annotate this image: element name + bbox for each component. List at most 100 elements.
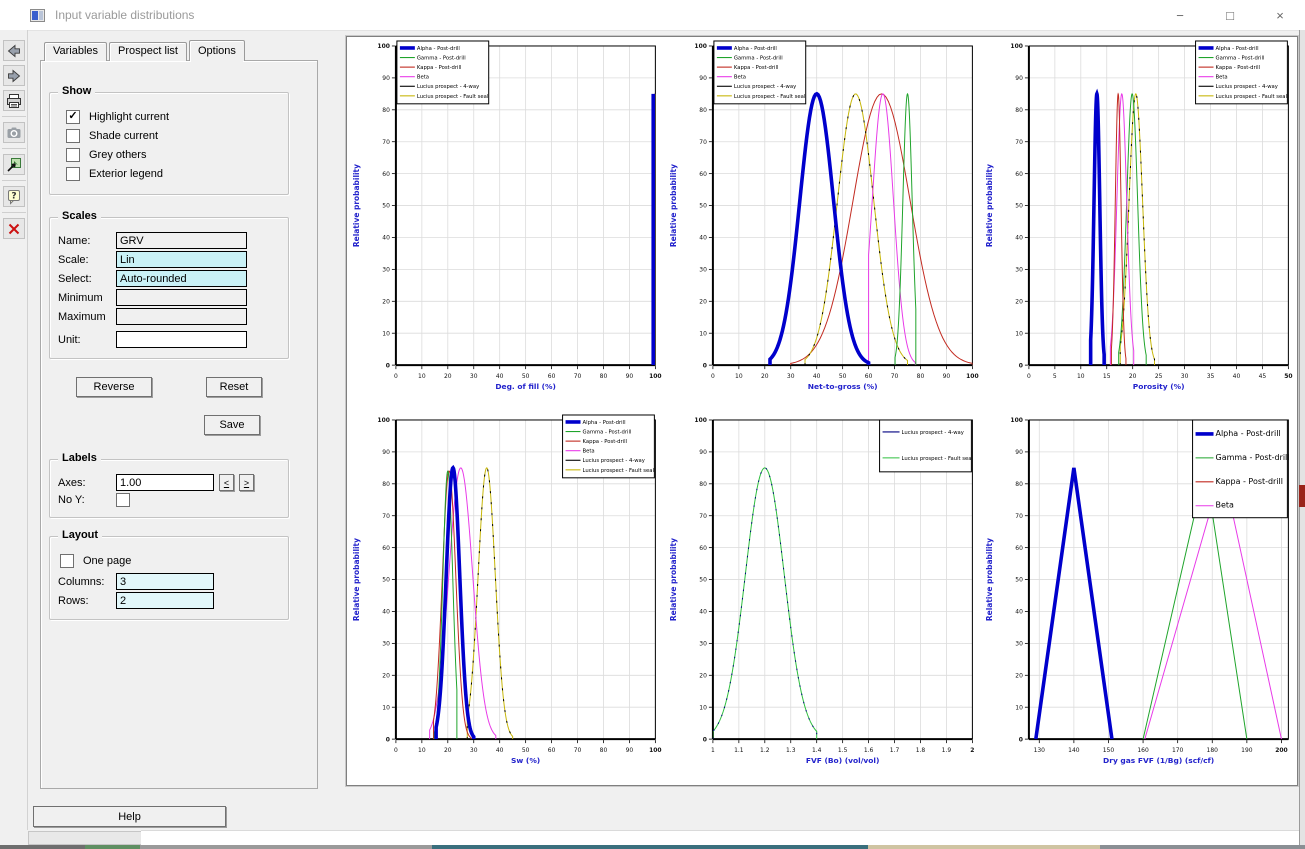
export-icon xyxy=(6,157,22,173)
svg-text:50: 50 xyxy=(522,373,530,380)
columns-row: Columns: xyxy=(58,573,280,590)
svg-text:80: 80 xyxy=(699,107,707,114)
svg-text:50: 50 xyxy=(1285,373,1293,380)
svg-text:Relative probability: Relative probability xyxy=(669,538,678,621)
help-bubble-icon: ? xyxy=(6,189,22,205)
scales-group-title: Scales xyxy=(58,210,101,222)
svg-text:Lucius prospect - Fault seal: Lucius prospect - Fault seal xyxy=(901,456,972,462)
svg-text:170: 170 xyxy=(1172,747,1184,754)
svg-text:0: 0 xyxy=(386,362,390,369)
chart-svg: 0102030405060708090100010203040506070809… xyxy=(347,37,664,411)
close-button[interactable]: × xyxy=(1255,0,1305,30)
svg-text:50: 50 xyxy=(1016,577,1024,584)
svg-text:90: 90 xyxy=(626,747,634,754)
svg-text:Gamma - Post-drill: Gamma - Post-drill xyxy=(417,56,466,62)
svg-text:180: 180 xyxy=(1207,747,1219,754)
svg-text:90: 90 xyxy=(699,449,707,456)
maximum-row: Maximum xyxy=(58,308,280,325)
chart-sw: 0102030405060708090100010203040506070809… xyxy=(347,411,664,785)
svg-text:10: 10 xyxy=(735,373,743,380)
axes-field[interactable] xyxy=(116,474,214,491)
shade-current-checkbox[interactable] xyxy=(66,129,80,143)
unit-label: Unit: xyxy=(58,334,116,346)
svg-text:40: 40 xyxy=(496,747,504,754)
svg-text:1.4: 1.4 xyxy=(812,747,822,754)
svg-text:Beta: Beta xyxy=(583,449,595,455)
status-inset xyxy=(28,831,142,845)
svg-text:100: 100 xyxy=(966,373,978,380)
svg-text:Lucius prospect - 4-way: Lucius prospect - 4-way xyxy=(734,84,796,90)
axes-decrease-button[interactable]: < xyxy=(219,474,234,491)
select-row: Select: xyxy=(58,270,280,287)
maximum-field[interactable] xyxy=(116,308,247,325)
svg-text:Relative probability: Relative probability xyxy=(352,538,361,621)
toolbar-separator xyxy=(2,212,26,213)
one-page-checkbox[interactable] xyxy=(60,554,74,568)
maximize-button[interactable]: □ xyxy=(1205,0,1255,30)
select-label: Select: xyxy=(58,273,116,285)
svg-text:Alpha - Post-drill: Alpha - Post-drill xyxy=(734,46,777,52)
svg-text:1.6: 1.6 xyxy=(863,747,873,754)
tab-prospect-list[interactable]: Prospect list xyxy=(109,42,187,61)
close-tool-button[interactable] xyxy=(3,218,25,239)
select-field[interactable] xyxy=(116,270,247,287)
forward-button[interactable] xyxy=(3,65,25,86)
svg-text:50: 50 xyxy=(382,203,390,210)
svg-text:10: 10 xyxy=(699,330,707,337)
svg-text:2: 2 xyxy=(970,747,974,754)
axes-increase-button[interactable]: > xyxy=(239,474,254,491)
svg-text:Kappa - Post-drill: Kappa - Post-drill xyxy=(1216,65,1261,71)
svg-text:20: 20 xyxy=(444,747,452,754)
noy-row: No Y: xyxy=(58,493,280,507)
print-button[interactable] xyxy=(3,90,25,111)
svg-text:30: 30 xyxy=(1016,641,1024,648)
svg-text:0: 0 xyxy=(711,373,715,380)
svg-text:20: 20 xyxy=(382,672,390,679)
help-tool-button[interactable]: ? xyxy=(3,186,25,207)
svg-text:70: 70 xyxy=(699,513,707,520)
svg-text:50: 50 xyxy=(382,577,390,584)
rows-field[interactable] xyxy=(116,592,214,609)
tab-strip: Variables Prospect list Options xyxy=(40,42,318,61)
svg-text:40: 40 xyxy=(1016,609,1024,616)
highlight-current-checkbox[interactable] xyxy=(66,110,80,124)
svg-text:60: 60 xyxy=(699,171,707,178)
tab-options[interactable]: Options xyxy=(189,40,245,61)
svg-text:1: 1 xyxy=(711,747,715,754)
tab-variables[interactable]: Variables xyxy=(44,42,107,61)
snapshot-button[interactable] xyxy=(3,122,25,143)
options-panel: Variables Prospect list Options Show Hig… xyxy=(40,42,318,789)
svg-text:20: 20 xyxy=(699,672,707,679)
unit-field[interactable] xyxy=(116,331,247,348)
svg-text:FVF (Bo) (vol/vol): FVF (Bo) (vol/vol) xyxy=(806,756,880,765)
status-white-area xyxy=(141,830,1305,846)
svg-text:Beta: Beta xyxy=(1216,75,1228,81)
minimize-button[interactable]: − xyxy=(1155,0,1205,30)
svg-text:90: 90 xyxy=(942,373,950,380)
chart-svg: 010203040506070809010011.11.21.31.41.51.… xyxy=(664,411,981,785)
svg-text:30: 30 xyxy=(382,267,390,274)
svg-text:Alpha - Post-drill: Alpha - Post-drill xyxy=(1216,429,1281,438)
save-button[interactable]: Save xyxy=(204,415,260,435)
exterior-legend-checkbox[interactable] xyxy=(66,167,80,181)
svg-text:100: 100 xyxy=(377,417,389,424)
reverse-button[interactable]: Reverse xyxy=(76,377,152,397)
columns-field[interactable] xyxy=(116,573,214,590)
name-field[interactable] xyxy=(116,232,247,249)
rows-label: Rows: xyxy=(58,595,116,607)
svg-text:Gamma - Post-drill: Gamma - Post-drill xyxy=(1216,453,1290,462)
forward-arrow-icon xyxy=(6,68,22,84)
export-button[interactable] xyxy=(3,154,25,175)
help-button[interactable]: Help xyxy=(33,806,226,827)
minimum-field[interactable] xyxy=(116,289,247,306)
scale-field[interactable] xyxy=(116,251,247,268)
chart-porosity: 0102030405060708090100051015202530354045… xyxy=(980,37,1297,411)
grey-others-checkbox[interactable] xyxy=(66,148,80,162)
reset-button[interactable]: Reset xyxy=(206,377,262,397)
back-button[interactable] xyxy=(3,40,25,61)
svg-text:70: 70 xyxy=(382,139,390,146)
noy-checkbox[interactable] xyxy=(116,493,130,507)
svg-text:1.3: 1.3 xyxy=(786,747,796,754)
desktop-sliver xyxy=(0,845,1305,849)
labels-group-title: Labels xyxy=(58,452,101,464)
